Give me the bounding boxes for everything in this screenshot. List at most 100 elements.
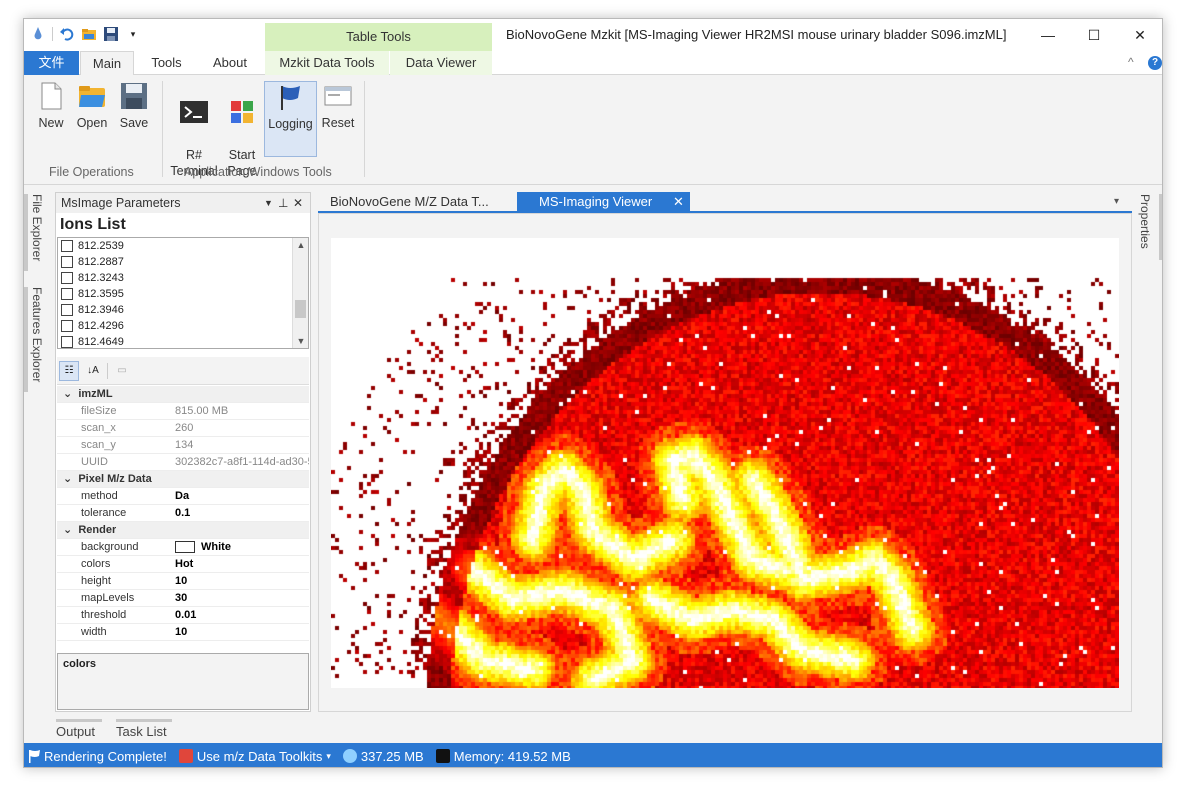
status-size: 337.25 MB [339, 749, 424, 764]
ions-list[interactable]: 812.2539 812.2887 812.3243 812.3595 812.… [57, 237, 309, 349]
tab-mz-data-tools[interactable]: BioNovoGene M/Z Data T... [318, 192, 504, 212]
tab-overflow-icon[interactable]: ▾ [1110, 192, 1130, 212]
collapse-icon[interactable]: ⌄ [63, 473, 72, 485]
category-pixel-mz-data[interactable]: ⌄ Pixel M/z Data [57, 471, 309, 488]
tab-ms-imaging-viewer[interactable]: MS-Imaging Viewer ✕ [517, 192, 690, 212]
list-item[interactable]: 812.3595 [58, 286, 308, 302]
tab-properties[interactable]: Properties [1138, 194, 1152, 249]
panel-menu-icon[interactable]: ▼ [264, 193, 273, 213]
scroll-down-icon[interactable]: ▼ [293, 336, 309, 346]
alphabetical-sort-icon[interactable]: ↓A [83, 361, 103, 381]
property-key: colors [81, 558, 111, 570]
ion-checkbox[interactable] [61, 272, 73, 284]
open-label: Open [76, 116, 108, 130]
toolkit-dropdown-icon[interactable]: ▾ [326, 751, 331, 762]
document-tabs: BioNovoGene M/Z Data T... MS-Imaging Vie… [318, 192, 1132, 212]
property-row[interactable]: fileSize 815.00 MB [57, 403, 309, 420]
collapse-icon[interactable]: ⌄ [63, 388, 72, 400]
logging-button[interactable]: Logging [264, 81, 317, 157]
ion-checkbox[interactable] [61, 320, 73, 332]
maximize-button[interactable]: ☐ [1071, 19, 1117, 51]
customize-qat-icon[interactable]: ▾ [125, 26, 141, 42]
pin-icon[interactable]: ⊥ [278, 193, 288, 213]
property-value: 10 [175, 575, 188, 587]
file-explorer-tab-bar [24, 194, 28, 271]
group-separator [364, 81, 365, 177]
category-render[interactable]: ⌄ Render [57, 522, 309, 539]
tab-main[interactable]: Main [80, 51, 134, 76]
start-page-button[interactable]: Start Page [223, 81, 261, 178]
tab-tools[interactable]: Tools [139, 51, 194, 75]
toolkit-label: Use m/z Data Toolkits [196, 748, 323, 764]
list-item[interactable]: 812.3243 [58, 270, 308, 286]
close-button[interactable]: ✕ [1117, 19, 1162, 51]
property-row[interactable]: UUID 302382c7-a8f1-114d-ad30-5 [57, 454, 309, 471]
tab-file-explorer[interactable]: File Explorer [30, 194, 44, 261]
list-item[interactable]: 812.2539 [58, 238, 308, 254]
property-key: height [81, 575, 111, 587]
collapse-ribbon-icon[interactable]: ^ [1128, 55, 1134, 69]
list-item[interactable]: 812.4296 [58, 318, 308, 334]
property-row[interactable]: mapLevels 30 [57, 590, 309, 607]
property-key: method [81, 490, 118, 502]
property-row[interactable]: tolerance 0.1 [57, 505, 309, 522]
save-icon[interactable] [103, 26, 119, 42]
ions-scrollbar[interactable]: ▲ ▼ [292, 238, 308, 348]
minimize-button[interactable]: — [1025, 19, 1071, 51]
ion-checkbox[interactable] [61, 240, 73, 252]
property-key: scan_y [81, 439, 116, 451]
save-button[interactable]: Save [116, 81, 152, 155]
status-toolkit[interactable]: Use m/z Data Toolkits ▾ [175, 749, 331, 764]
open-folder-icon[interactable] [81, 26, 97, 42]
collapse-icon[interactable]: ⌄ [63, 524, 72, 536]
tab-output[interactable]: Output [56, 719, 102, 739]
tab-features-explorer[interactable]: Features Explorer [30, 287, 44, 382]
scroll-thumb[interactable] [295, 300, 306, 318]
ms-image-heatmap[interactable] [331, 238, 1119, 688]
new-file-icon [36, 81, 66, 111]
tab-close-icon[interactable]: ✕ [673, 192, 684, 212]
property-row[interactable]: method Da [57, 488, 309, 505]
ion-checkbox[interactable] [61, 256, 73, 268]
list-item[interactable]: 812.4649 [58, 334, 308, 350]
reset-button[interactable]: Reset [320, 81, 356, 155]
ion-checkbox[interactable] [61, 336, 73, 348]
ion-mz-label: 812.3243 [78, 272, 124, 284]
property-key: UUID [81, 456, 108, 468]
category-imzml[interactable]: ⌄ imzML [57, 386, 309, 403]
reset-layout-icon [323, 81, 353, 111]
panel-close-icon[interactable]: ✕ [293, 193, 303, 213]
property-row[interactable]: scan_x 260 [57, 420, 309, 437]
group-label-application-windows-tools: Application Windows Tools [184, 165, 332, 179]
property-row[interactable]: threshold 0.01 [57, 607, 309, 624]
new-button[interactable]: New [34, 81, 68, 155]
property-grid[interactable]: ⌄ imzML fileSize 815.00 MB scan_x 260 scan… [57, 386, 309, 648]
ms-image-canvas[interactable] [331, 238, 1119, 688]
tab-mzkit-data-tools[interactable]: Mzkit Data Tools [265, 51, 389, 75]
open-button[interactable]: Open [74, 81, 110, 155]
property-row[interactable]: colors Hot [57, 556, 309, 573]
property-row[interactable]: width 10 [57, 624, 309, 641]
r-terminal-button[interactable]: R# Terminal [169, 81, 219, 178]
property-pages-icon[interactable]: ▭ [112, 361, 132, 381]
help-icon[interactable]: ? [1148, 56, 1162, 70]
status-bar: Rendering Complete! Use m/z Data Toolkit… [24, 743, 1162, 767]
property-row[interactable]: height 10 [57, 573, 309, 590]
scroll-up-icon[interactable]: ▲ [293, 240, 309, 250]
tab-file[interactable]: 文件 [24, 51, 79, 75]
categorized-view-icon[interactable]: ☷ [59, 360, 79, 381]
properties-tab-bar [1159, 194, 1162, 260]
reset-label: Reset [321, 116, 355, 130]
tab-task-list[interactable]: Task List [116, 719, 172, 739]
list-item[interactable]: 812.2887 [58, 254, 308, 270]
undo-icon[interactable] [59, 26, 75, 42]
ion-checkbox[interactable] [61, 304, 73, 316]
tab-about[interactable]: About [200, 51, 260, 75]
tab-data-viewer[interactable]: Data Viewer [390, 51, 492, 75]
group-separator [162, 81, 163, 177]
property-row[interactable]: scan_y 134 [57, 437, 309, 454]
ion-checkbox[interactable] [61, 288, 73, 300]
list-item[interactable]: 812.3946 [58, 302, 308, 318]
property-row[interactable]: background White [57, 539, 309, 556]
property-key: tolerance [81, 507, 127, 519]
